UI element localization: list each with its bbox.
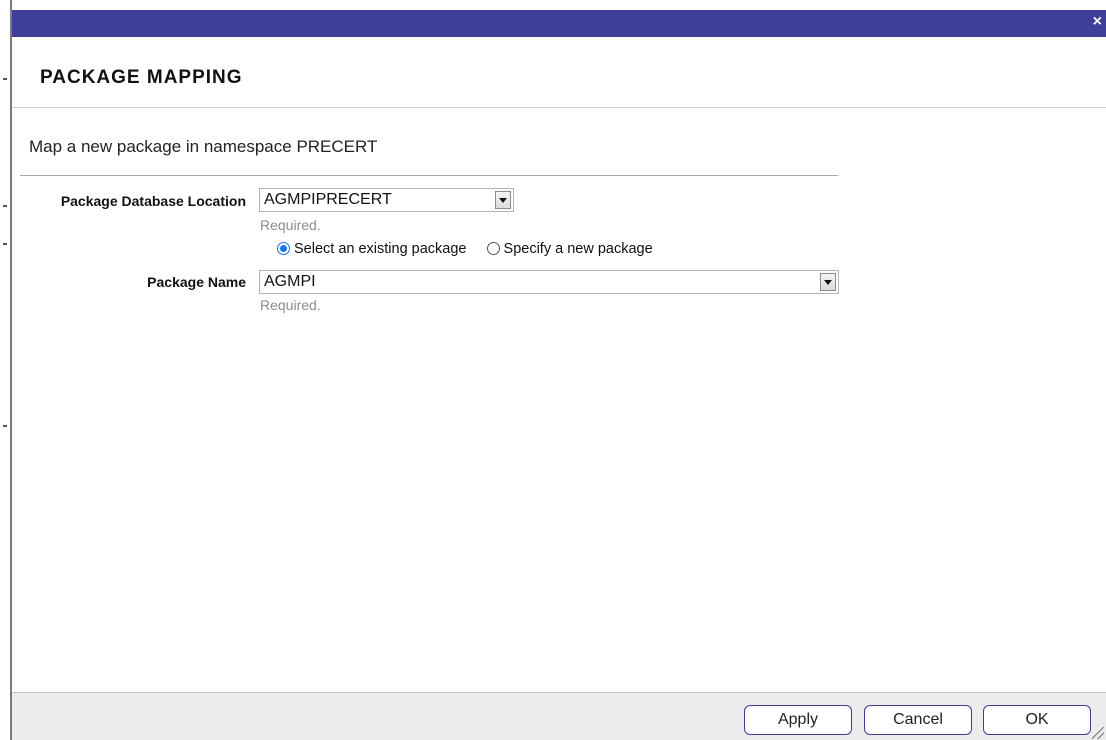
chevron-down-icon[interactable] — [495, 191, 511, 209]
close-icon[interactable]: × — [1093, 14, 1102, 30]
select-existing-package-radio[interactable] — [277, 242, 290, 255]
background-mark — [3, 205, 7, 207]
screen: × PACKAGE MAPPING Map a new package in n… — [0, 0, 1106, 740]
dialog-title: PACKAGE MAPPING — [40, 67, 243, 88]
background-mark — [3, 425, 7, 427]
apply-button[interactable]: Apply — [744, 705, 852, 735]
package-database-location-value: AGMPIPRECERT — [264, 191, 392, 208]
package-name-hint: Required. — [260, 297, 321, 313]
subtitle-divider — [20, 175, 838, 176]
package-database-location-label: Package Database Location — [60, 193, 246, 209]
package-mapping-dialog: × PACKAGE MAPPING Map a new package in n… — [10, 0, 1106, 740]
package-name-select[interactable]: AGMPI — [259, 270, 839, 294]
dialog-footer: Apply Cancel OK — [12, 692, 1106, 740]
package-name-label: Package Name — [147, 274, 246, 290]
resize-grip-icon[interactable] — [1092, 727, 1104, 739]
package-database-location-select[interactable]: AGMPIPRECERT — [259, 188, 514, 212]
package-mode-radio-group: Select an existing package Specify a new… — [277, 241, 669, 257]
dialog-subtitle: Map a new package in namespace PRECERT — [29, 137, 378, 156]
chevron-down-icon[interactable] — [820, 273, 836, 291]
package-name-value: AGMPI — [264, 273, 316, 290]
dialog-titlebar[interactable]: × — [12, 10, 1106, 37]
ok-button[interactable]: OK — [983, 705, 1091, 735]
package-database-location-hint: Required. — [260, 217, 321, 233]
cancel-button[interactable]: Cancel — [864, 705, 972, 735]
dialog-header: PACKAGE MAPPING — [12, 37, 1106, 108]
specify-new-package-label[interactable]: Specify a new package — [504, 241, 653, 257]
specify-new-package-radio[interactable] — [486, 242, 500, 255]
select-existing-package-label[interactable]: Select an existing package — [294, 241, 467, 257]
background-mark — [3, 243, 7, 245]
background-page-edge — [0, 0, 10, 740]
background-mark — [3, 78, 7, 80]
